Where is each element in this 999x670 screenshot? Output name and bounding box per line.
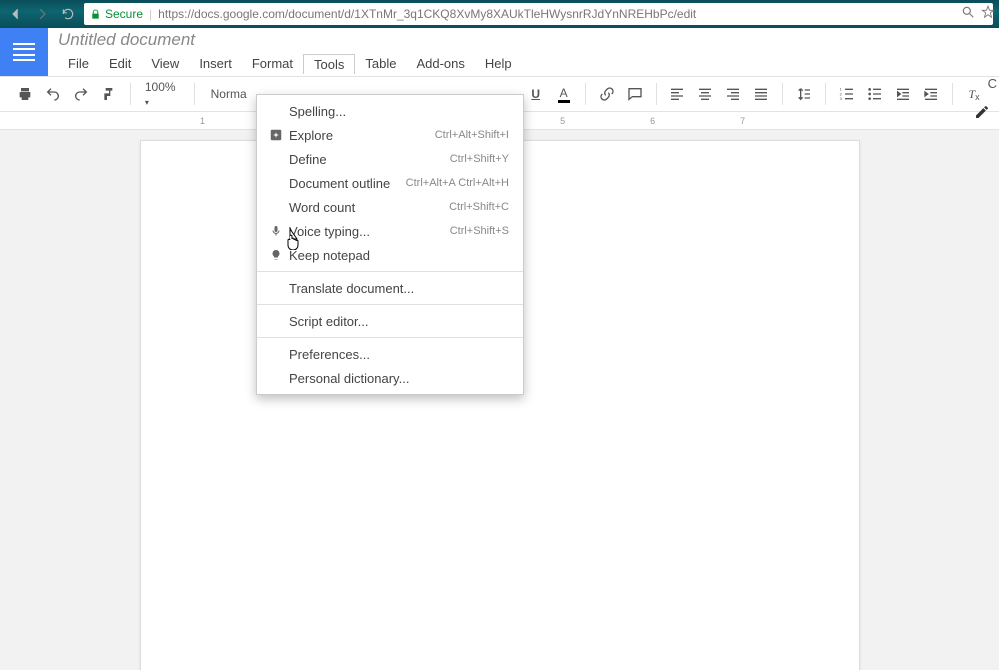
undo-icon[interactable] — [42, 82, 64, 106]
comments-button-cut[interactable]: C — [988, 76, 997, 91]
insert-comment-icon[interactable] — [624, 82, 646, 106]
underline-icon[interactable]: U — [525, 82, 547, 106]
numbered-list-icon[interactable]: 123 — [836, 82, 858, 106]
ruler-mark: 7 — [740, 116, 745, 126]
menu-item-spelling[interactable]: Spelling... — [257, 99, 523, 123]
paragraph-style[interactable]: Norma — [205, 87, 253, 101]
decrease-indent-icon[interactable] — [892, 82, 914, 106]
menu-item-preferences[interactable]: Preferences... — [257, 342, 523, 366]
search-icon[interactable] — [961, 5, 975, 24]
star-icon[interactable] — [981, 5, 995, 24]
docs-logo[interactable] — [0, 28, 48, 76]
ruler-mark: 5 — [560, 116, 565, 126]
increase-indent-icon[interactable] — [920, 82, 942, 106]
editing-mode-icon[interactable] — [974, 104, 990, 125]
ruler-mark: 6 — [650, 116, 655, 126]
ruler-mark: 1 — [200, 116, 205, 126]
align-justify-icon[interactable] — [750, 82, 772, 106]
menu-item-script-editor[interactable]: Script editor... — [257, 309, 523, 333]
insert-link-icon[interactable] — [596, 82, 618, 106]
menu-item-explore[interactable]: Explore Ctrl+Alt+Shift+I — [257, 123, 523, 147]
menu-item-voice-typing[interactable]: Voice typing... Ctrl+Shift+S — [257, 219, 523, 243]
text-color-icon[interactable]: A — [553, 82, 575, 106]
menu-item-word-count[interactable]: Word count Ctrl+Shift+C — [257, 195, 523, 219]
microphone-icon — [267, 224, 285, 238]
forward-button[interactable] — [32, 4, 52, 24]
svg-text:3: 3 — [840, 96, 843, 101]
menu-item-translate[interactable]: Translate document... — [257, 276, 523, 300]
align-left-icon[interactable] — [666, 82, 688, 106]
address-bar[interactable]: Secure | https://docs.google.com/documen… — [84, 3, 993, 25]
redo-icon[interactable] — [70, 82, 92, 106]
print-icon[interactable] — [14, 82, 36, 106]
align-center-icon[interactable] — [694, 82, 716, 106]
menu-bar: File Edit View Insert Format Tools Table… — [58, 54, 522, 74]
browser-chrome: Secure | https://docs.google.com/documen… — [0, 0, 999, 28]
back-button[interactable] — [6, 4, 26, 24]
line-spacing-icon[interactable] — [793, 82, 815, 106]
explore-icon — [267, 128, 285, 142]
menu-edit[interactable]: Edit — [99, 54, 141, 74]
menu-item-personal-dictionary[interactable]: Personal dictionary... — [257, 366, 523, 390]
menu-item-keep-notepad[interactable]: Keep notepad — [257, 243, 523, 267]
zoom-select[interactable]: 100% ▾ — [141, 80, 184, 108]
menu-help[interactable]: Help — [475, 54, 522, 74]
secure-indicator: Secure — [90, 7, 143, 21]
menu-item-document-outline[interactable]: Document outline Ctrl+Alt+A Ctrl+Alt+H — [257, 171, 523, 195]
bulleted-list-icon[interactable] — [864, 82, 886, 106]
document-title[interactable]: Untitled document — [58, 30, 522, 50]
url-text: https://docs.google.com/document/d/1XTnM… — [158, 7, 696, 21]
reload-button[interactable] — [58, 4, 78, 24]
lightbulb-icon — [267, 248, 285, 262]
menu-tools[interactable]: Tools — [303, 54, 355, 74]
menu-addons[interactable]: Add-ons — [406, 54, 474, 74]
clear-formatting-icon[interactable]: Tx — [963, 82, 985, 106]
menu-table[interactable]: Table — [355, 54, 406, 74]
title-bar: Untitled document File Edit View Insert … — [0, 28, 999, 76]
secure-label: Secure — [105, 7, 143, 21]
paint-format-icon[interactable] — [98, 82, 120, 106]
menu-format[interactable]: Format — [242, 54, 303, 74]
tools-dropdown: Spelling... Explore Ctrl+Alt+Shift+I Def… — [256, 94, 524, 395]
menu-item-define[interactable]: Define Ctrl+Shift+Y — [257, 147, 523, 171]
menu-view[interactable]: View — [141, 54, 189, 74]
menu-file[interactable]: File — [58, 54, 99, 74]
menu-insert[interactable]: Insert — [189, 54, 242, 74]
align-right-icon[interactable] — [722, 82, 744, 106]
